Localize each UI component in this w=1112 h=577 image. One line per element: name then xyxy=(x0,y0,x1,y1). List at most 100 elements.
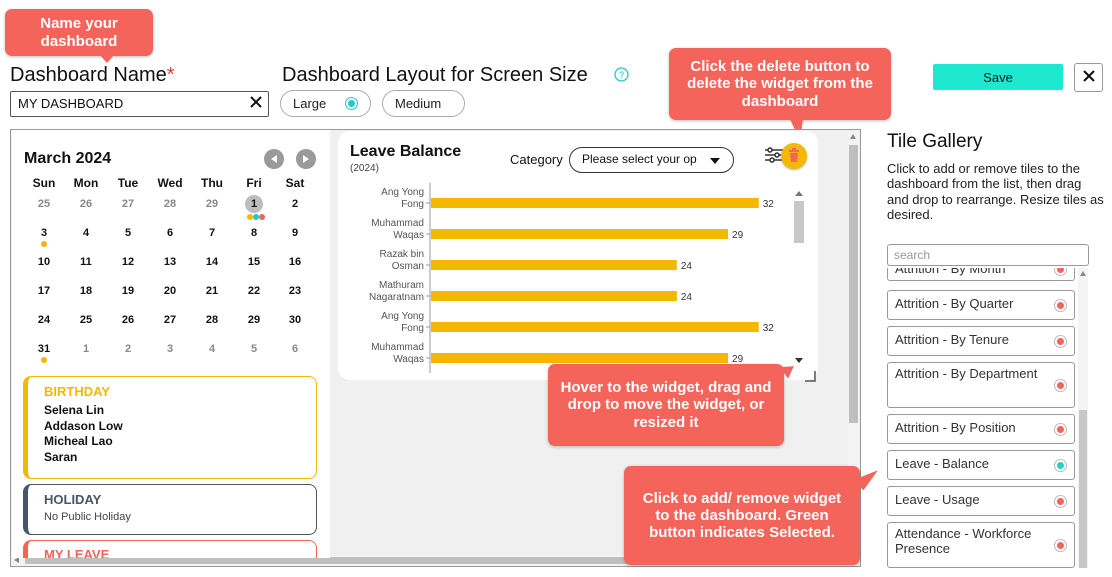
calendar-day[interactable]: 20 xyxy=(152,285,188,297)
tile-radio[interactable] xyxy=(1054,422,1067,436)
tile-radio[interactable] xyxy=(1054,298,1067,312)
tile-radio[interactable] xyxy=(1054,494,1067,508)
calendar-day[interactable]: 29 xyxy=(236,314,272,326)
calendar-day[interactable]: 28 xyxy=(152,198,188,210)
event-dot xyxy=(41,357,47,363)
calendar-day[interactable]: 22 xyxy=(236,285,272,297)
next-month-button[interactable] xyxy=(296,149,316,169)
chart-bar[interactable] xyxy=(431,353,729,363)
calendar-day[interactable]: 6 xyxy=(277,343,313,355)
callout-drag-text: Hover to the widget, drag and drop to mo… xyxy=(560,379,772,431)
calendar-day[interactable]: 26 xyxy=(110,314,146,326)
chart-bar[interactable] xyxy=(431,229,729,239)
calendar-day[interactable]: 29 xyxy=(194,198,230,210)
calendar-day[interactable]: 5 xyxy=(110,227,146,239)
dashboard-name-input[interactable]: MY DASHBOARD xyxy=(10,91,269,117)
calendar-day[interactable]: 2 xyxy=(277,198,313,210)
calendar-day[interactable]: 1 xyxy=(68,343,104,355)
category-label: Category xyxy=(510,152,563,167)
calendar-day[interactable]: 14 xyxy=(194,256,230,268)
tile-list-scrollbar[interactable] xyxy=(1078,268,1088,568)
tile-label: Attendance - Workforce Presence xyxy=(895,526,1032,556)
category-select[interactable]: Please select your op xyxy=(569,147,734,173)
calendar-day[interactable]: 27 xyxy=(152,314,188,326)
scrollbar-up-arrow[interactable] xyxy=(1080,271,1086,276)
calendar-day[interactable]: 12 xyxy=(110,256,146,268)
calendar-widget[interactable]: March 2024 Sun Mon Tue Wed Thu Fri Sat 25 26 27 28… xyxy=(12,130,330,558)
calendar-day[interactable]: 8 xyxy=(236,227,272,239)
leave-balance-widget[interactable]: Leave Balance (2024) Category Please sel… xyxy=(338,131,818,380)
clear-icon[interactable] xyxy=(248,94,264,113)
scrollbar-thumb[interactable] xyxy=(794,201,804,243)
calendar-day[interactable]: 25 xyxy=(68,314,104,326)
tile-item[interactable]: Attrition - By Tenure xyxy=(887,326,1075,356)
callout-tail xyxy=(100,55,114,63)
tile-item[interactable]: Attrition - By Quarter xyxy=(887,290,1075,320)
tile-item[interactable]: Attendance - Workforce Presence xyxy=(887,522,1075,568)
tile-search-input[interactable]: search xyxy=(887,244,1089,266)
chart-bar[interactable] xyxy=(431,260,677,270)
calendar-day-selected[interactable]: 1 xyxy=(245,195,263,213)
tile-radio[interactable] xyxy=(1054,538,1067,552)
calendar-day[interactable]: 10 xyxy=(26,256,62,268)
required-mark: * xyxy=(166,64,175,86)
calendar-day[interactable]: 30 xyxy=(277,314,313,326)
my-leave-card: MY LEAVE xyxy=(23,540,317,558)
chart-bar[interactable] xyxy=(431,198,759,208)
calendar-day[interactable]: 23 xyxy=(277,285,313,297)
scrollbar-thumb[interactable] xyxy=(849,145,858,423)
save-button-label: Save xyxy=(983,69,1013,85)
help-icon[interactable]: ? xyxy=(614,67,629,86)
tile-item[interactable]: Attrition - By Department xyxy=(887,362,1075,408)
delete-widget-button[interactable] xyxy=(781,143,807,169)
scrollbar-up-arrow[interactable] xyxy=(850,134,856,139)
calendar-day[interactable]: 19 xyxy=(110,285,146,297)
layout-label-text: Dashboard Layout for Screen Size xyxy=(282,64,588,86)
save-button[interactable]: Save xyxy=(933,64,1063,90)
calendar-day[interactable]: 11 xyxy=(68,256,104,268)
calendar-day[interactable]: 15 xyxy=(236,256,272,268)
calendar-day[interactable]: 2 xyxy=(110,343,146,355)
calendar-day[interactable]: 27 xyxy=(110,198,146,210)
calendar-day[interactable]: 31 xyxy=(26,343,62,355)
scrollbar-thumb[interactable] xyxy=(1079,410,1087,568)
calendar-day[interactable]: 9 xyxy=(277,227,313,239)
chart-bar[interactable] xyxy=(431,322,759,332)
calendar-day[interactable]: 3 xyxy=(152,343,188,355)
prev-month-button[interactable] xyxy=(264,149,284,169)
tile-item[interactable]: Leave - Balance xyxy=(887,450,1075,480)
tile-radio[interactable] xyxy=(1054,378,1067,392)
layout-option-medium-label: Medium xyxy=(395,96,442,111)
layout-option-medium[interactable]: Medium xyxy=(382,90,465,117)
calendar-day[interactable]: 24 xyxy=(26,314,62,326)
calendar-day[interactable]: 13 xyxy=(152,256,188,268)
tile-item[interactable]: Leave - Usage xyxy=(887,486,1075,516)
calendar-day[interactable]: 25 xyxy=(26,198,62,210)
tile-radio[interactable] xyxy=(1054,334,1067,348)
chart-scrollbar[interactable] xyxy=(793,189,805,369)
close-button[interactable] xyxy=(1074,63,1103,92)
calendar-day[interactable]: 4 xyxy=(68,227,104,239)
calendar-day[interactable]: 4 xyxy=(194,343,230,355)
calendar-day[interactable]: 6 xyxy=(152,227,188,239)
resize-handle-icon[interactable] xyxy=(804,367,816,386)
calendar-day[interactable]: 3 xyxy=(26,227,62,239)
calendar-month: March 2024 xyxy=(24,150,111,168)
calendar-day[interactable]: 7 xyxy=(194,227,230,239)
calendar-day[interactable]: 26 xyxy=(68,198,104,210)
chart-category-label: Osman xyxy=(392,261,424,272)
calendar-day[interactable]: 16 xyxy=(277,256,313,268)
calendar-day[interactable]: 5 xyxy=(236,343,272,355)
weekday-sat: Sat xyxy=(285,176,305,190)
scrollbar-down-arrow[interactable] xyxy=(795,358,803,363)
calendar-day[interactable]: 18 xyxy=(68,285,104,297)
tile-item[interactable]: Attrition - By Position xyxy=(887,414,1075,444)
tile-radio-selected[interactable] xyxy=(1054,458,1067,472)
scrollbar-up-arrow[interactable] xyxy=(795,191,803,196)
calendar-day[interactable]: 21 xyxy=(194,285,230,297)
chart-bar[interactable] xyxy=(431,291,677,301)
calendar-day[interactable]: 17 xyxy=(26,285,62,297)
tile-partial[interactable]: Attrition - By Month xyxy=(887,268,1075,281)
calendar-day[interactable]: 28 xyxy=(194,314,230,326)
layout-option-large[interactable]: Large xyxy=(280,90,371,117)
